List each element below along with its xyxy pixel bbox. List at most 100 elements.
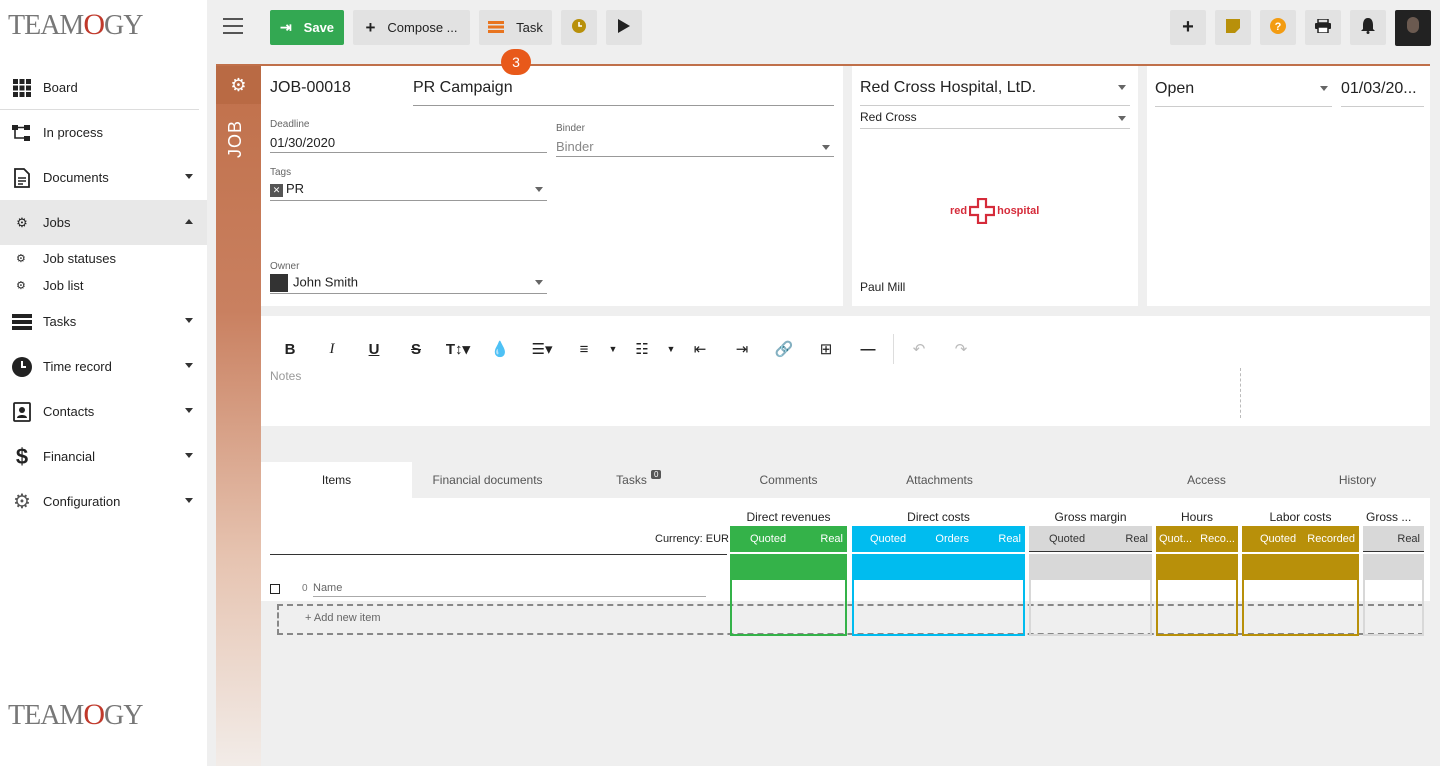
job-name-input[interactable]: PR Campaign (413, 79, 834, 106)
font-size-button[interactable]: T↕▾ (437, 335, 479, 363)
hours-subheader: Quot... Reco... (1156, 526, 1238, 552)
teamogy-logo[interactable]: TEAMOGY (8, 8, 143, 42)
tab-attachments[interactable]: Attachments (864, 462, 1015, 498)
tags-select[interactable]: ✕ PR (270, 181, 547, 201)
notes-textarea[interactable]: Notes (270, 369, 301, 383)
deadline-input[interactable]: 01/30/2020 (270, 135, 547, 153)
sidebar-item-contacts[interactable]: Contacts (0, 389, 207, 434)
underline-button[interactable]: U (353, 335, 395, 363)
owner-select[interactable]: John Smith (270, 274, 547, 294)
bullet-list-button[interactable]: ☷ (621, 335, 663, 363)
menu-icon[interactable] (223, 18, 243, 34)
help-icon: ? (1270, 18, 1286, 37)
tab-tasks[interactable]: Tasks 0 (563, 462, 700, 498)
binder-label: Binder (556, 123, 585, 134)
bold-button[interactable]: B (269, 335, 311, 363)
user-avatar[interactable] (1395, 10, 1431, 46)
sidebar-item-job-list[interactable]: ⚙ Job list (0, 272, 207, 299)
bullet-list-caret-icon[interactable]: ▼ (663, 335, 679, 363)
client-panel: Red Cross Hospital, LtD. Red Cross red h… (852, 66, 1138, 306)
play-button[interactable] (606, 10, 642, 45)
tab-items[interactable]: Items (261, 462, 412, 498)
sidebar-item-job-statuses[interactable]: ⚙ Job statuses (0, 245, 207, 272)
hours-cells (1156, 580, 1238, 636)
labor-costs-header: Labor costs (1269, 510, 1332, 524)
timer-button[interactable] (561, 10, 597, 45)
client-logo: red hospital (950, 198, 1039, 224)
gear-icon: ⚙ (13, 491, 31, 513)
color-drop-icon[interactable]: 💧 (479, 335, 521, 363)
horizontal-rule-icon[interactable]: — (847, 335, 889, 363)
sidebar-item-documents[interactable]: Documents (0, 155, 207, 200)
gross-margin-cells (1029, 580, 1152, 636)
row-number: 0 (302, 583, 308, 594)
sticky-note-button[interactable] (1215, 10, 1251, 45)
clock-icon (572, 19, 586, 36)
plus-icon: + (365, 17, 376, 37)
sidebar-item-configuration[interactable]: ⚙ Configuration (0, 479, 207, 524)
italic-button[interactable]: I (311, 335, 353, 363)
align-button[interactable]: ☰▾ (521, 335, 563, 363)
red-cross-icon (969, 198, 996, 224)
gross-subheader: Real (1363, 526, 1424, 552)
tab-comments[interactable]: Comments (713, 462, 864, 498)
outdent-button[interactable]: ⇤ (679, 335, 721, 363)
bell-icon (1361, 18, 1375, 37)
currency-label: Currency: EUR (655, 533, 729, 545)
chevron-down-icon (185, 408, 193, 413)
redo-icon[interactable]: ↷ (940, 335, 982, 363)
name-input[interactable]: Name (313, 582, 706, 597)
company-select[interactable]: Red Cross Hospital, LtD. (860, 79, 1130, 106)
sidebar-item-board[interactable]: Board (0, 66, 199, 110)
tab-access[interactable]: Access (1131, 462, 1282, 498)
direct-costs-header: Direct costs (907, 510, 970, 524)
table-icon[interactable]: ⊞ (805, 335, 847, 363)
sticky-note-icon (1226, 19, 1240, 36)
gears-icon: ⚙ (216, 66, 261, 104)
remove-tag-icon[interactable]: ✕ (270, 184, 283, 197)
compose-button[interactable]: + Compose ... (353, 10, 470, 45)
sidebar-item-in-process[interactable]: In process (0, 110, 207, 155)
undo-icon[interactable]: ↶ (898, 335, 940, 363)
gross-header: Gross ... (1366, 510, 1412, 524)
indent-button[interactable]: ⇥ (721, 335, 763, 363)
help-button[interactable]: ? (1260, 10, 1296, 45)
direct-revenues-cells (730, 580, 847, 636)
select-all-checkbox[interactable] (270, 584, 280, 594)
tab-history[interactable]: History (1282, 462, 1433, 498)
tab-financial-documents[interactable]: Financial documents (412, 462, 563, 498)
link-icon[interactable]: 🔗 (763, 335, 805, 363)
job-main-panel: JOB-00018 PR Campaign Deadline 01/30/202… (261, 66, 843, 306)
direct-costs-cells (852, 580, 1025, 636)
flow-icon (12, 123, 32, 143)
notifications-button[interactable] (1350, 10, 1386, 45)
job-number: JOB-00018 (270, 79, 351, 96)
direct-costs-subheader: Quoted Orders Real (852, 526, 1025, 552)
status-date-input[interactable]: 01/03/20... (1341, 80, 1424, 107)
tags-label: Tags (270, 167, 292, 178)
task-button[interactable]: Task (479, 10, 552, 45)
sidebar-item-time-record[interactable]: Time record (0, 344, 207, 389)
editor-toolbar: B I U S T↕▾ 💧 ☰▾ ≡ ▼ ☷ ▼ ⇤ ⇥ 🔗 ⊞ — ↶ ↷ (269, 334, 982, 364)
ordered-list-caret-icon[interactable]: ▼ (605, 335, 621, 363)
job-tabs: Items Financial documents Tasks 0 Commen… (261, 462, 1430, 498)
tasks-count-badge: 0 (651, 470, 662, 479)
sidebar: TEAMOGY Board In process Documents ⚙ Job… (0, 0, 207, 766)
strikethrough-button[interactable]: S (395, 335, 437, 363)
print-icon (1315, 18, 1331, 36)
sidebar-item-tasks[interactable]: Tasks (0, 299, 207, 344)
chevron-down-icon (185, 174, 193, 179)
binder-select[interactable]: Binder (556, 139, 834, 157)
plus-icon: + (1182, 16, 1194, 38)
add-button[interactable]: + (1170, 10, 1206, 45)
chevron-down-icon (185, 453, 193, 458)
sidebar-item-jobs[interactable]: ⚙ Jobs (0, 200, 207, 245)
job-side-band: ⚙ JOB (216, 66, 261, 766)
sidebar-item-financial[interactable]: $ Financial (0, 434, 207, 479)
ordered-list-button[interactable]: ≡ (563, 335, 605, 363)
save-button[interactable]: ⇥ Save (270, 10, 344, 45)
client-short-select[interactable]: Red Cross (860, 110, 1130, 129)
print-button[interactable] (1305, 10, 1341, 45)
status-select[interactable]: Open (1155, 80, 1332, 107)
client-contact[interactable]: Paul Mill (860, 280, 905, 294)
